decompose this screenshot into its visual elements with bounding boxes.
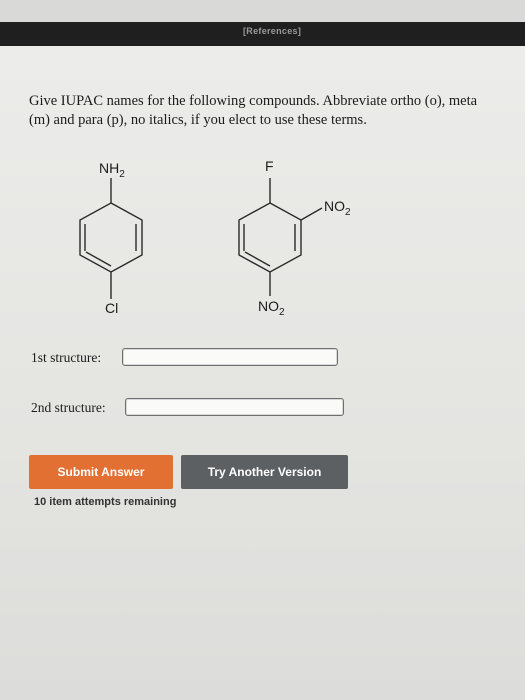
first-structure-label: 1st structure:: [31, 350, 102, 365]
structure-2-side-group: NO2: [324, 198, 351, 218]
attempts-remaining: 10 item attempts remaining: [34, 496, 177, 508]
structure-1-ring: [79, 178, 143, 299]
structure-1-top-group: NH2: [99, 160, 125, 180]
second-structure-input[interactable]: [125, 398, 344, 416]
structure-2-ring: [238, 178, 323, 296]
structure-1-bottom-group: Cl: [105, 300, 119, 316]
first-structure-input[interactable]: [122, 348, 338, 366]
structure-2-bottom-group: NO2: [258, 298, 285, 318]
structure-2-top-group: F: [265, 158, 274, 174]
try-another-version-button[interactable]: Try Another Version: [181, 455, 348, 489]
submit-answer-button[interactable]: Submit Answer: [29, 455, 173, 489]
second-structure-label: 2nd structure:: [31, 400, 106, 415]
